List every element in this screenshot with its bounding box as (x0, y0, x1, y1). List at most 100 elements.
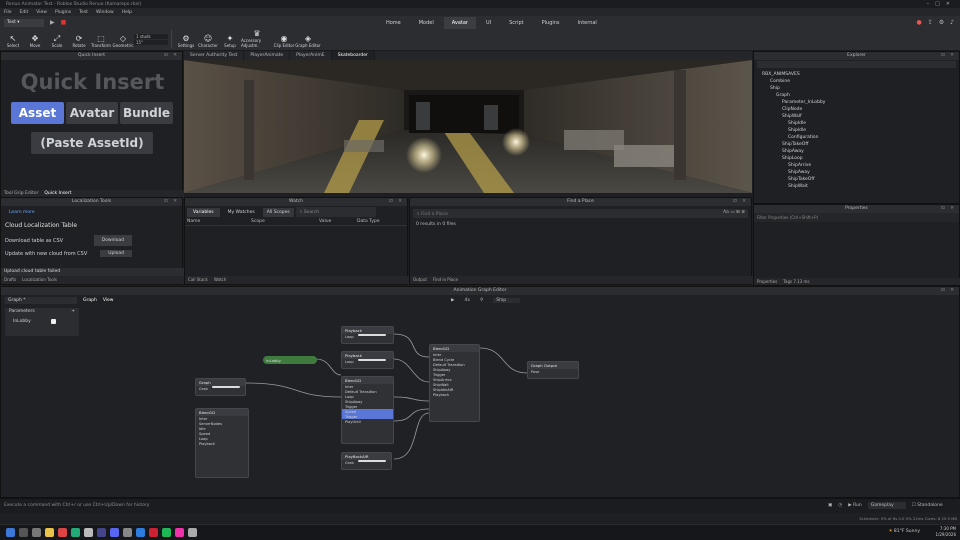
tree-item[interactable]: ShipIdle (762, 127, 959, 134)
mode-dropdown[interactable]: Gameplay (867, 502, 906, 509)
geometric-tool[interactable]: ◇ Geometric (112, 34, 134, 48)
tree-item[interactable]: Graph (762, 92, 959, 99)
tab-player-anim-e[interactable]: PlayerAnimE (290, 51, 332, 60)
panel-close-icon[interactable]: ⊡ ✕ (164, 198, 179, 206)
setup-tool[interactable]: ✦ Setup (219, 34, 241, 48)
tab-watch[interactable]: Watch (214, 276, 226, 284)
tab-skateboarder[interactable]: Skateboarder (331, 51, 375, 60)
panel-close-icon[interactable]: ⊡ ✕ (941, 52, 956, 60)
run-button[interactable]: ▶ Run (848, 503, 862, 508)
panel-close-icon[interactable]: ⊡ ✕ (164, 52, 179, 60)
app-icon[interactable] (58, 528, 67, 537)
vscode-icon[interactable] (136, 528, 145, 537)
tab-my-watches[interactable]: My Watches (222, 208, 261, 217)
clip-editor-tool[interactable]: ◉ Clip Editor (273, 34, 295, 48)
menu-help[interactable]: Help (122, 10, 132, 15)
download-button[interactable]: Download (93, 235, 132, 246)
paste-assetid-button[interactable]: (Paste AssetId) (31, 132, 153, 154)
menu-plugins[interactable]: Plugins (55, 10, 71, 15)
upload-button[interactable]: Upload (100, 250, 132, 257)
menu-test[interactable]: Test (79, 10, 88, 15)
tree-item[interactable]: Configuration (762, 134, 959, 141)
move-tool[interactable]: ✥ Move (24, 34, 46, 48)
record-icon[interactable]: ▣ (828, 503, 832, 508)
app-icon[interactable] (97, 528, 106, 537)
test-dropdown[interactable]: Test ▾ (4, 18, 44, 27)
graph-node[interactable]: Blend1D Inter ServerNodes Idle Speed Loo… (195, 408, 249, 478)
tree-item[interactable]: ShipAway (762, 169, 959, 176)
tab-find-in-place[interactable]: Find in Place (433, 276, 458, 284)
tree-item[interactable]: ShipTakeOff (762, 176, 959, 183)
timer-icon[interactable]: ◷ (838, 503, 842, 508)
bundle-button[interactable]: Bundle (120, 102, 173, 124)
app-icon[interactable] (123, 528, 132, 537)
graph-node[interactable]: Playback Loop (341, 326, 394, 344)
menu-window[interactable]: Window (96, 10, 114, 15)
notification-icon[interactable]: ♪ (950, 19, 954, 26)
tab-variables[interactable]: Variables (187, 207, 220, 217)
start-icon[interactable] (6, 528, 15, 537)
graph-node[interactable]: Graph Grab (195, 378, 246, 396)
standalone-toggle[interactable]: ☐ Standalone (912, 503, 943, 508)
tab-properties[interactable]: Properties (757, 278, 777, 285)
panel-close-icon[interactable]: ⊡ ✕ (941, 205, 956, 213)
command-input[interactable]: Execute a command with Ctrl+/ or use Ctr… (4, 503, 824, 508)
tree-item[interactable]: ClipNode (762, 106, 959, 113)
tree-item[interactable]: ShipArrive (762, 162, 959, 169)
tab-internal[interactable]: Internal (570, 17, 605, 29)
app-icon[interactable] (71, 528, 80, 537)
tab-localization-tools[interactable]: Localization Tools (22, 276, 57, 284)
graph-node[interactable]: PlayBackAIR Grab (341, 452, 392, 470)
window-controls[interactable]: –□✕ (927, 1, 956, 7)
tree-item[interactable]: ShipAway (762, 148, 959, 155)
settings-icon[interactable]: ⚙ (939, 19, 944, 26)
scale-tool[interactable]: ⤢ Scale (46, 34, 68, 48)
tab-call-stack[interactable]: Call Stack (188, 276, 208, 284)
roblox-studio-icon[interactable] (188, 528, 197, 537)
tab-server-authority[interactable]: Server Authority Test (184, 51, 245, 60)
tab-plugins[interactable]: Plugins (534, 17, 568, 29)
clock[interactable]: 7:30 PM 1/29/2026 (935, 526, 956, 538)
app-icon[interactable] (175, 528, 184, 537)
learn-more-link[interactable]: Learn more (1, 206, 182, 219)
scope-dropdown[interactable]: All Scopes (262, 207, 294, 217)
find-place-input[interactable]: ⌕ Find a Place Aa ▭ ⊞ ⊗ (413, 209, 748, 218)
tab-avatar[interactable]: Avatar (443, 16, 476, 29)
tab-player-animate[interactable]: PlayerAnimate (244, 51, 291, 60)
menu-edit[interactable]: Edit (20, 10, 29, 15)
properties-filter[interactable]: Filter Properties (Ctrl+Shift+P) (754, 213, 959, 222)
stud-field[interactable]: 1 studs (134, 34, 168, 39)
play-icon[interactable]: ▶ (50, 19, 55, 26)
tree-item[interactable]: Ship (762, 85, 959, 92)
transform-tool[interactable]: ⬚ Transform (90, 34, 112, 48)
tree-item[interactable]: ShipWait (762, 183, 959, 190)
app-icon[interactable] (149, 528, 158, 537)
3d-viewport[interactable]: Server Authority Test PlayerAnimate Play… (184, 51, 752, 193)
file-explorer-icon[interactable] (45, 528, 54, 537)
search-icon[interactable] (19, 528, 28, 537)
settings-tool[interactable]: ⚙ Settings (175, 34, 197, 48)
tree-item[interactable]: ShipLoop (762, 155, 959, 162)
share-icon[interactable]: ⇪ (928, 19, 933, 26)
weather-widget[interactable]: ☀ 81°F Sunny (888, 529, 920, 534)
graph-output-node[interactable]: Graph Output Pose (527, 361, 579, 379)
rotate-tool[interactable]: ⟳ Rotate (68, 34, 90, 48)
tab-output[interactable]: Output (413, 276, 427, 284)
tab-home[interactable]: Home (378, 17, 409, 29)
avatar-icon[interactable]: ● (916, 19, 921, 26)
asset-button[interactable]: Asset (11, 102, 64, 124)
explorer-search[interactable] (757, 61, 956, 68)
avatar-button[interactable]: Avatar (66, 102, 118, 124)
character-tool[interactable]: ☺ Character (197, 34, 219, 48)
tree-item[interactable]: ShipIdle (762, 120, 959, 127)
discord-icon[interactable] (110, 528, 119, 537)
tree-item[interactable]: Parameter_InLobby (762, 99, 959, 106)
select-tool[interactable]: ↖ Select (2, 34, 24, 48)
tree-item[interactable]: ShipWalf (762, 113, 959, 120)
tab-script[interactable]: Script (501, 17, 532, 29)
graph-node[interactable]: Blend1D Inter Default Transition Loop Sh… (341, 376, 394, 444)
tab-ui[interactable]: UI (478, 17, 499, 29)
graph-node[interactable]: Playback Loop (341, 351, 394, 369)
menu-file[interactable]: File (4, 10, 12, 15)
tree-item[interactable]: RBX_ANIMSAVES (762, 71, 959, 78)
